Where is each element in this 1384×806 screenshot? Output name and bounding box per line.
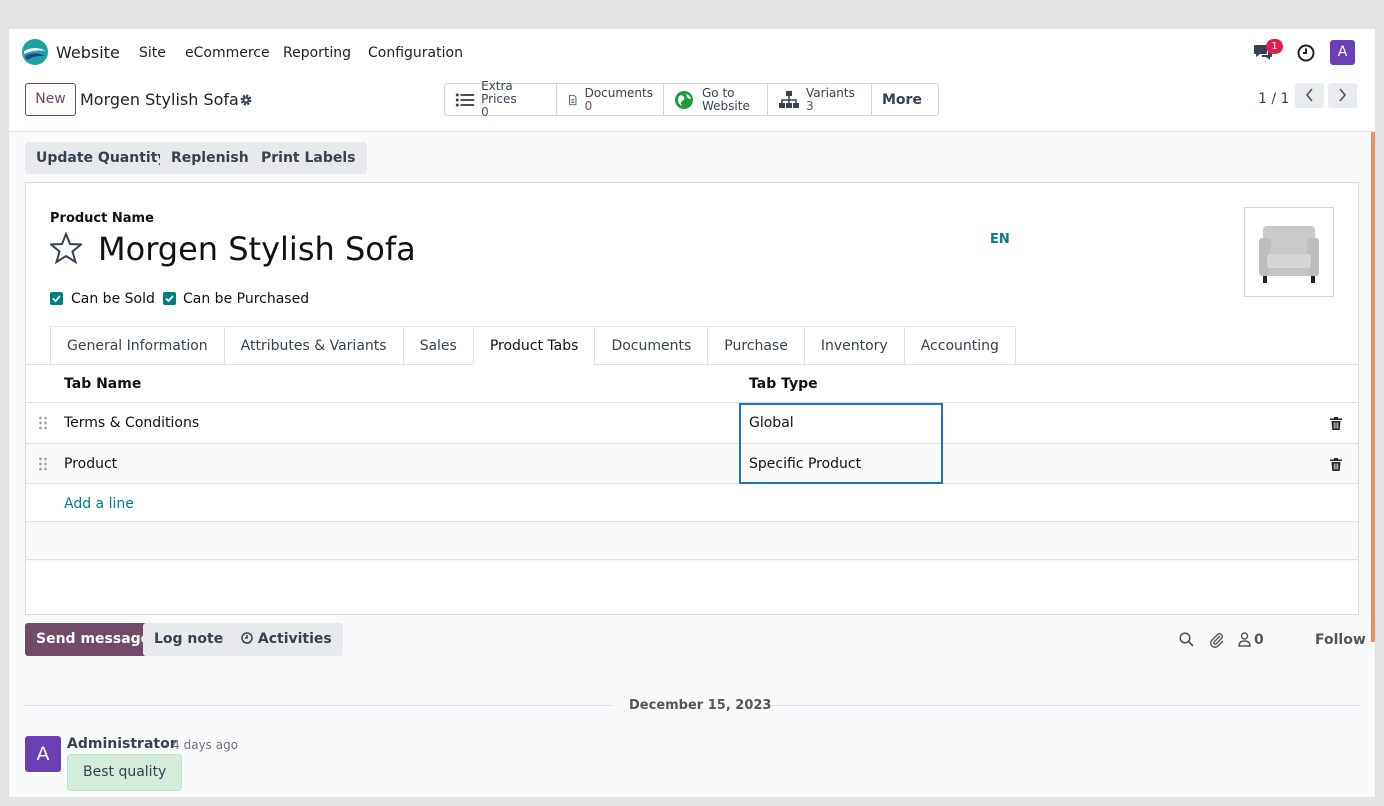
top-navbar: Website Site eCommerce Reporting Configu… <box>9 29 1375 75</box>
check-icon <box>165 295 174 303</box>
add-a-line-link[interactable]: Add a line <box>64 496 134 512</box>
pager-value[interactable]: 1 / 1 <box>1258 91 1289 107</box>
product-name-field[interactable]: Morgen Stylish Sofa <box>98 230 416 268</box>
documents-count: 0 <box>584 98 593 113</box>
app-name[interactable]: Website <box>56 43 120 62</box>
extra-prices-label: Extra Prices <box>481 79 517 106</box>
tab-purchase[interactable]: Purchase <box>707 326 804 365</box>
search-icon[interactable] <box>1179 632 1194 647</box>
trash-icon[interactable] <box>1330 458 1342 471</box>
add-line-row: Add a line <box>26 483 1358 524</box>
user-icon[interactable] <box>1238 632 1251 647</box>
log-note-button[interactable]: Log note <box>143 623 235 656</box>
menu-configuration[interactable]: Configuration <box>368 45 463 61</box>
message-timestamp: - 4 days ago <box>164 738 239 752</box>
user-avatar[interactable]: A <box>1330 40 1355 65</box>
extra-prices-button[interactable]: Extra Prices 0 <box>445 80 557 119</box>
can-be-purchased-checkbox[interactable] <box>163 292 176 305</box>
pager-previous-button[interactable] <box>1295 83 1324 108</box>
website-label: Website <box>702 98 750 113</box>
message-author-avatar[interactable]: A <box>25 736 61 772</box>
date-separator-line <box>25 705 613 706</box>
table-row[interactable]: Terms & Conditions Global <box>26 402 1358 443</box>
scrollbar[interactable] <box>1371 132 1375 642</box>
sitemap-icon <box>779 90 799 108</box>
list-icon <box>455 93 475 106</box>
more-dropdown[interactable]: More <box>872 84 938 115</box>
tab-inventory[interactable]: Inventory <box>803 326 904 365</box>
drag-handle-icon[interactable] <box>38 457 48 471</box>
documents-label: Documents <box>584 85 653 100</box>
control-panel: New Morgen Stylish Sofa Extra Prices 0 D… <box>9 75 1375 132</box>
can-be-sold-label[interactable]: Can be Sold <box>71 291 155 307</box>
clock-icon <box>241 632 253 644</box>
activities-button[interactable]: Activities <box>230 623 343 656</box>
followers-count[interactable]: 0 <box>1254 632 1264 648</box>
follow-button[interactable]: Follow <box>1315 632 1366 648</box>
documents-button[interactable]: Documents 0 <box>557 84 664 115</box>
tab-type-highlight-box <box>739 403 943 484</box>
armchair-image <box>1259 226 1319 283</box>
empty-row <box>26 521 1358 562</box>
caret-down-icon <box>926 99 928 100</box>
breadcrumb-title: Morgen Stylish Sofa <box>80 90 239 109</box>
variants-count: 3 <box>806 98 814 113</box>
star-icon[interactable] <box>50 232 82 264</box>
variants-button[interactable]: Variants 3 <box>768 84 872 115</box>
date-separator-line <box>771 705 1359 706</box>
empty-row <box>26 559 1358 600</box>
tab-accounting[interactable]: Accounting <box>903 326 1016 365</box>
can-be-purchased-label[interactable]: Can be Purchased <box>183 291 309 307</box>
replenish-button[interactable]: Replenish <box>160 142 260 174</box>
go-to-label: Go to <box>702 85 735 100</box>
table-row[interactable]: Product Specific Product <box>26 443 1358 484</box>
tab-general-information[interactable]: General Information <box>50 326 224 365</box>
tab-attributes-variants[interactable]: Attributes & Variants <box>223 326 403 365</box>
menu-site[interactable]: Site <box>139 45 166 61</box>
tab-name-cell[interactable]: Terms & Conditions <box>64 415 199 431</box>
chevron-left-icon <box>1305 88 1313 102</box>
trash-icon[interactable] <box>1330 417 1342 430</box>
new-button[interactable]: New <box>25 83 76 116</box>
date-separator: December 15, 2023 <box>629 698 772 713</box>
can-be-sold-checkbox[interactable] <box>50 292 63 305</box>
tab-name-cell[interactable]: Product <box>64 456 117 472</box>
language-button[interactable]: EN <box>990 232 1010 247</box>
paperclip-icon[interactable] <box>1209 632 1225 648</box>
messages-badge: 1 <box>1266 39 1283 54</box>
tab-product-tabs[interactable]: Product Tabs <box>472 326 595 365</box>
app-window: Website Site eCommerce Reporting Configu… <box>9 29 1375 797</box>
chevron-right-icon <box>1339 88 1347 102</box>
variants-label: Variants <box>806 85 855 100</box>
notebook-tabs: General Information Attributes & Variant… <box>50 326 1016 365</box>
clock-icon[interactable] <box>1297 44 1315 62</box>
extra-prices-count: 0 <box>481 105 489 119</box>
website-app-logo-icon[interactable] <box>22 39 48 65</box>
product-name-label: Product Name <box>50 211 154 226</box>
tab-documents[interactable]: Documents <box>594 326 708 365</box>
menu-reporting[interactable]: Reporting <box>283 45 351 61</box>
column-header-tab-type[interactable]: Tab Type <box>749 376 818 392</box>
check-icon <box>52 295 61 303</box>
tab-sales[interactable]: Sales <box>402 326 473 365</box>
activities-label: Activities <box>257 631 332 647</box>
form-content: Update Quantity Replenish Print Labels P… <box>9 132 1375 797</box>
product-image[interactable] <box>1244 207 1334 297</box>
column-header-tab-name[interactable]: Tab Name <box>64 376 141 392</box>
message-author[interactable]: Administrator <box>67 736 177 752</box>
form-sheet: Product Name Morgen Stylish Sofa EN Can … <box>25 182 1359 615</box>
go-to-website-button[interactable]: Go to Website <box>664 84 768 115</box>
more-label: More <box>882 91 922 108</box>
document-icon <box>569 94 577 105</box>
pager-next-button[interactable] <box>1328 83 1357 108</box>
send-message-button[interactable]: Send message <box>25 623 162 656</box>
drag-handle-icon[interactable] <box>38 416 48 430</box>
update-quantity-button[interactable]: Update Quantity <box>25 142 178 174</box>
globe-icon <box>675 90 693 109</box>
print-labels-button[interactable]: Print Labels <box>250 142 367 174</box>
message-body: Best quality <box>67 754 183 791</box>
gear-icon[interactable] <box>239 93 253 107</box>
menu-ecommerce[interactable]: eCommerce <box>185 45 270 61</box>
smart-buttons: Extra Prices0 Documents0 Go toWebsite <box>444 80 939 119</box>
